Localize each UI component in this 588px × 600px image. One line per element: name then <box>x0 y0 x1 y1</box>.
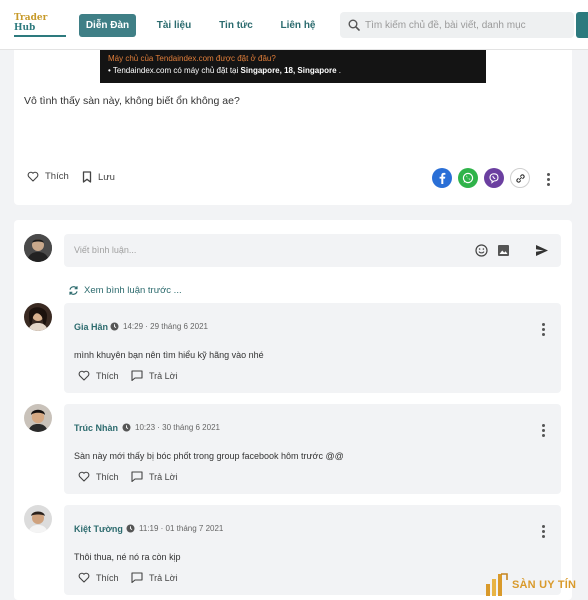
embed-answer-prefix: • Tendaindex.com có máy chủ đặt tại <box>108 66 241 75</box>
comment-bubble: Trúc Nhàn 10:23 · 30 tháng 6 2021 Sàn nà… <box>64 404 561 494</box>
comment-more-icon[interactable] <box>541 424 545 437</box>
heart-icon <box>78 370 90 381</box>
send-icon[interactable] <box>535 244 549 257</box>
facebook-share-button[interactable] <box>432 168 452 188</box>
comment-text: mình khuyên bạn nên tìm hiểu kỹ hãng vào… <box>74 350 264 360</box>
heart-icon <box>27 171 39 182</box>
clock-icon <box>122 423 131 432</box>
comment-avatar[interactable] <box>24 303 52 331</box>
comment-reply-button[interactable]: Trả Lời <box>131 471 178 482</box>
nav-lien-he[interactable]: Liên hệ <box>272 14 324 37</box>
logo-line-1: Trader <box>14 13 48 23</box>
comment-input[interactable]: Viết bình luận... <box>64 234 561 267</box>
header-action-button[interactable] <box>576 12 588 38</box>
comment-reply-label: Trả Lời <box>149 370 178 381</box>
emoji-icon[interactable] <box>475 244 488 257</box>
comment-input-placeholder: Viết bình luận... <box>74 245 137 255</box>
comment-text: Sàn này mới thấy bị bóc phốt trong group… <box>74 451 344 461</box>
watermark: SÀN UY TÍN <box>484 570 588 600</box>
search-bar[interactable] <box>340 12 574 38</box>
clock-icon <box>110 322 119 331</box>
embed-answer-location: Singapore, 18, Singapore <box>240 66 337 75</box>
embed-answer-suffix: . <box>336 66 341 75</box>
comment-text: Thôi thua, né nó ra còn kịp <box>74 552 181 562</box>
reply-comment-icon <box>131 471 143 482</box>
reply-comment-icon <box>131 370 143 381</box>
facebook-icon <box>439 172 446 184</box>
post-body: Vô tình thấy sàn này, không biết ổn khôn… <box>24 95 240 107</box>
embedded-image: Máy chủ của Tendaindex.com được đặt ở đâ… <box>100 50 486 83</box>
comment-author[interactable]: Gia Hân <box>74 322 108 332</box>
whatsapp-share-button[interactable] <box>458 168 478 188</box>
logo-line-2: Hub <box>14 23 36 33</box>
copy-link-button[interactable] <box>510 168 530 188</box>
post-card: Máy chủ của Tendaindex.com được đặt ở đâ… <box>14 50 572 205</box>
comment-reply-label: Trả Lời <box>149 572 178 583</box>
comment-more-icon[interactable] <box>541 525 545 538</box>
bookmark-icon <box>82 171 92 183</box>
comment-like-button[interactable]: Thích <box>78 471 119 482</box>
heart-icon <box>78 572 90 583</box>
load-previous-comments-link[interactable]: Xem bình luận trước ... <box>68 285 182 296</box>
load-previous-label: Xem bình luận trước ... <box>84 285 182 296</box>
comment-like-button[interactable]: Thích <box>78 370 119 381</box>
current-user-avatar[interactable] <box>24 234 52 262</box>
nav-dien-dan[interactable]: Diễn Đàn <box>79 14 136 37</box>
comment-time-text: 11:19 · 01 tháng 7 2021 <box>139 524 224 533</box>
comments-card: Viết bình luận... Xem bình luận trước ..… <box>14 220 572 600</box>
search-input[interactable] <box>365 19 555 31</box>
comment-avatar[interactable] <box>24 404 52 432</box>
search-icon <box>348 19 360 31</box>
comment-like-label: Thích <box>96 572 119 583</box>
post-save-label: Lưu <box>98 171 115 183</box>
comment-timestamp: 14:29 · 29 tháng 6 2021 <box>110 322 208 331</box>
embed-answer: • Tendaindex.com có máy chủ đặt tại Sing… <box>108 65 478 77</box>
clock-icon <box>126 524 135 533</box>
comment-reply-button[interactable]: Trả Lời <box>131 370 178 381</box>
watermark-logo-icon <box>486 573 508 596</box>
comment-time-text: 14:29 · 29 tháng 6 2021 <box>123 322 208 331</box>
heart-icon <box>78 471 90 482</box>
nav-tin-tuc[interactable]: Tin tức <box>210 14 262 37</box>
post-like-label: Thích <box>45 171 69 182</box>
whatsapp-icon <box>462 172 474 184</box>
top-header: Trader Hub Diễn Đàn Tài liệu Tin tức Liê… <box>0 0 588 50</box>
viber-share-button[interactable] <box>484 168 504 188</box>
comment-author[interactable]: Trúc Nhàn <box>74 423 118 433</box>
post-more-icon[interactable] <box>546 173 550 186</box>
comment-timestamp: 10:23 · 30 tháng 6 2021 <box>122 423 220 432</box>
link-icon <box>515 173 525 183</box>
post-save-button[interactable]: Lưu <box>82 171 115 183</box>
comment-time-text: 10:23 · 30 tháng 6 2021 <box>135 423 220 432</box>
embed-question: Máy chủ của Tendaindex.com được đặt ở đâ… <box>108 54 276 63</box>
comment-reply-button[interactable]: Trả Lời <box>131 572 178 583</box>
image-icon[interactable] <box>497 244 510 257</box>
comment-bubble: Gia Hân 14:29 · 29 tháng 6 2021 mình khu… <box>64 303 561 393</box>
comment-like-label: Thích <box>96 370 119 381</box>
reply-comment-icon <box>131 572 143 583</box>
trader-hub-logo[interactable]: Trader Hub <box>14 13 66 37</box>
comment-timestamp: 11:19 · 01 tháng 7 2021 <box>126 524 223 533</box>
refresh-icon <box>69 286 78 295</box>
viber-icon <box>489 173 499 184</box>
comment-like-label: Thích <box>96 471 119 482</box>
watermark-text: SÀN UY TÍN <box>512 579 577 591</box>
comment-like-button[interactable]: Thích <box>78 572 119 583</box>
comment-more-icon[interactable] <box>541 323 545 336</box>
post-like-button[interactable]: Thích <box>27 171 69 182</box>
comment-reply-label: Trả Lời <box>149 471 178 482</box>
comment-avatar[interactable] <box>24 505 52 533</box>
comment-author[interactable]: Kiệt Tường <box>74 524 123 534</box>
nav-tai-lieu[interactable]: Tài liệu <box>148 14 200 37</box>
